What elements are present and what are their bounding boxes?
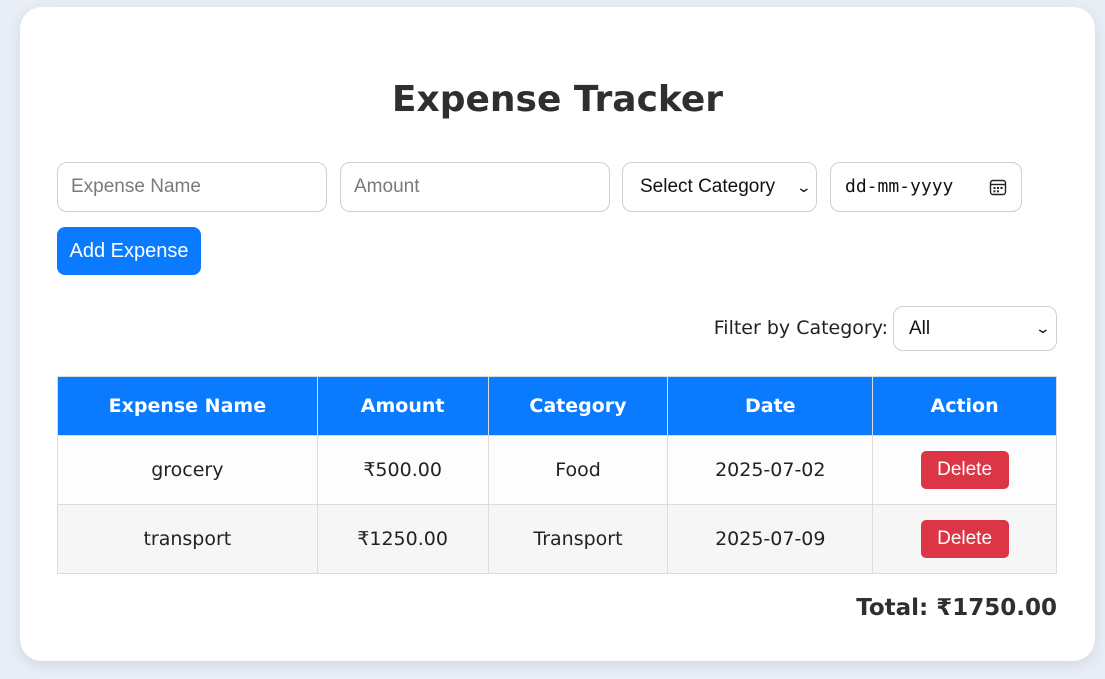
delete-button[interactable]: Delete <box>920 520 1009 558</box>
chevron-down-icon: ⌄ <box>795 179 813 195</box>
date-input-value: dd-mm-yyyy <box>845 176 954 197</box>
header-category: Category <box>487 376 669 436</box>
cell-expense-name: grocery <box>57 435 318 505</box>
date-input[interactable]: dd-mm-yyyy <box>830 162 1022 212</box>
chevron-down-icon: ⌄ <box>1034 320 1052 336</box>
category-select[interactable]: Select Category ⌄ <box>622 162 817 212</box>
cell-action: Delete <box>872 435 1057 505</box>
header-amount: Amount <box>316 376 489 436</box>
header-expense-name: Expense Name <box>57 376 318 436</box>
delete-button[interactable]: Delete <box>920 451 1009 489</box>
filter-category-select[interactable]: All ⌄ <box>893 306 1057 351</box>
table-header-row: Expense Name Amount Category Date Action <box>57 376 1057 436</box>
filter-select-value: All <box>909 317 931 339</box>
filter-label: Filter by Category: <box>713 317 888 339</box>
header-action: Action <box>872 376 1057 436</box>
cell-category: Food <box>487 435 669 505</box>
expense-tracker-card: Expense Tracker Expense Name Amount Sele… <box>20 7 1095 661</box>
calendar-icon[interactable] <box>989 178 1007 196</box>
total-amount: Total: ₹1750.00 <box>856 595 1057 621</box>
page-title: Expense Tracker <box>391 79 724 120</box>
cell-date: 2025-07-02 <box>667 435 874 505</box>
add-expense-button[interactable]: Add Expense <box>57 227 201 275</box>
expense-table: Expense Name Amount Category Date Action… <box>57 376 1057 574</box>
expense-name-input[interactable]: Expense Name <box>57 162 327 212</box>
table-row: grocery ₹500.00 Food 2025-07-02 Delete <box>57 435 1057 505</box>
cell-amount: ₹500.00 <box>316 435 489 505</box>
cell-expense-name: transport <box>57 504 318 574</box>
table-row: transport ₹1250.00 Transport 2025-07-09 … <box>57 504 1057 574</box>
cell-action: Delete <box>872 504 1057 574</box>
cell-category: Transport <box>487 504 669 574</box>
header-date: Date <box>667 376 874 436</box>
amount-input[interactable]: Amount <box>340 162 610 212</box>
cell-date: 2025-07-09 <box>667 504 874 574</box>
cell-amount: ₹1250.00 <box>316 504 489 574</box>
category-select-value: Select Category <box>640 176 776 197</box>
